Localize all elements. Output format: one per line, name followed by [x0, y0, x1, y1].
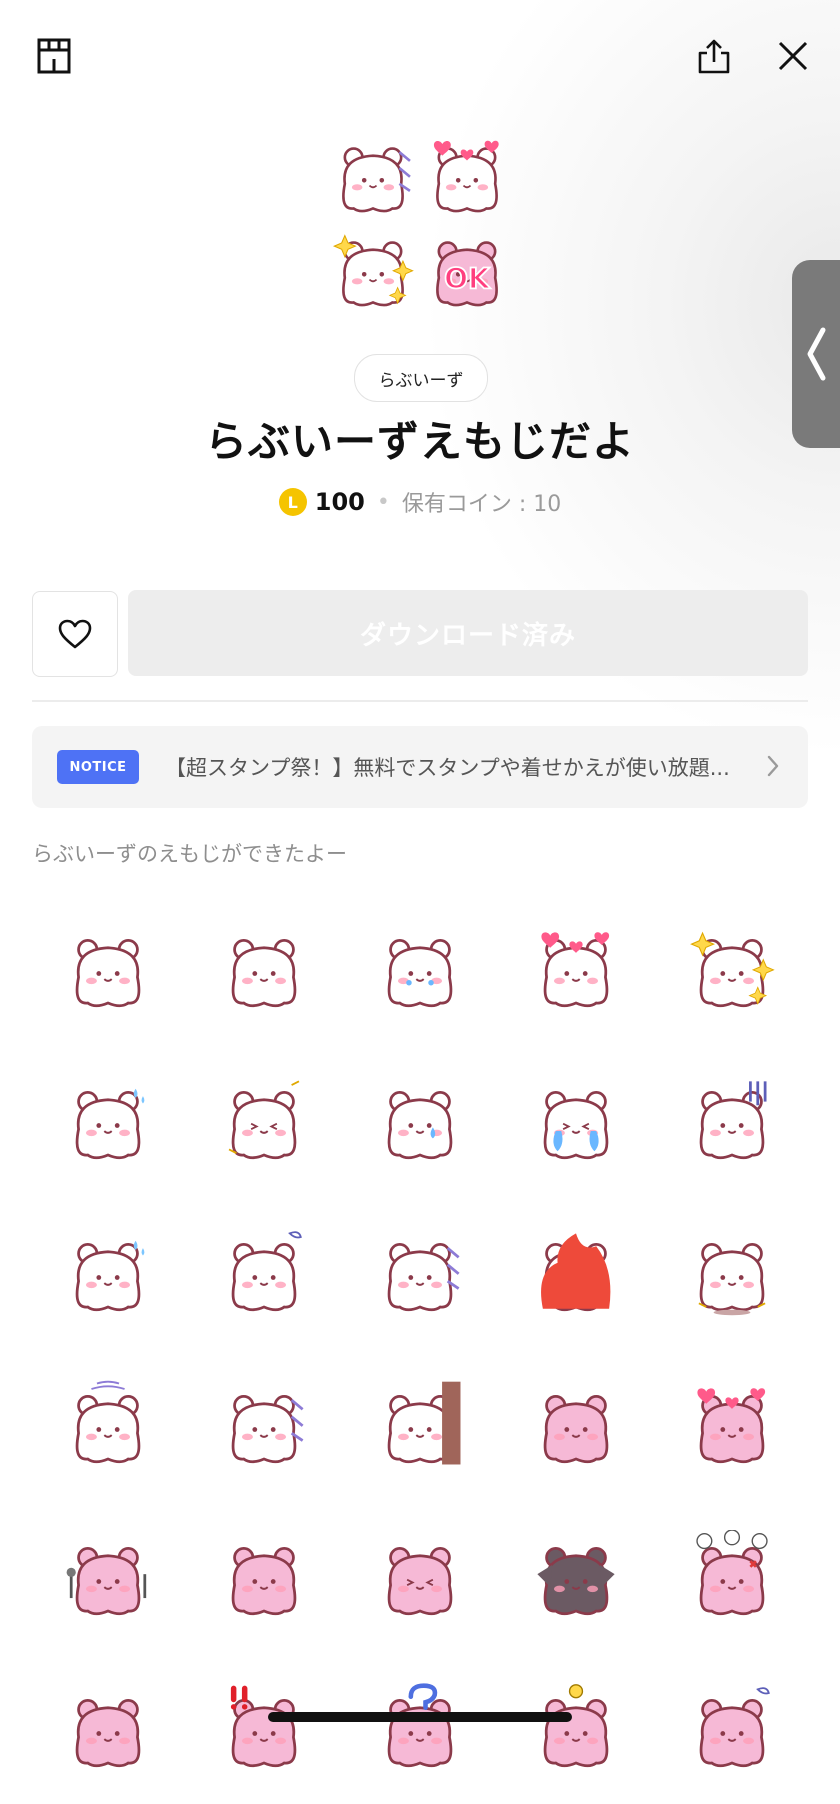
- owned-coins: 保有コイン : 10: [401, 492, 562, 517]
- notice-badge: NOTICE: [57, 750, 139, 784]
- emoji-item[interactable]: [656, 1652, 808, 1804]
- emoji-item[interactable]: [32, 1500, 184, 1652]
- emoji-item[interactable]: [188, 1500, 340, 1652]
- emoji-item[interactable]: [344, 1348, 496, 1500]
- price-value: 100: [314, 488, 365, 516]
- product-title: らぶいーずえもじだよ: [204, 417, 635, 466]
- emoji-item[interactable]: [32, 1652, 184, 1804]
- emoji-item[interactable]: [656, 892, 808, 1044]
- emoji-item[interactable]: [188, 1348, 340, 1500]
- preview-emoji: [422, 130, 512, 220]
- emoji-item[interactable]: [32, 1196, 184, 1348]
- emoji-item[interactable]: [188, 892, 340, 1044]
- notice-text: 【超スタンプ祭！】無料でスタンプや着せかえが使い放題...: [165, 756, 730, 780]
- favorite-button[interactable]: [32, 591, 118, 677]
- emoji-item[interactable]: [500, 1044, 652, 1196]
- emoji-item[interactable]: [656, 1348, 808, 1500]
- preview-emoji: [328, 224, 418, 314]
- emoji-item[interactable]: [500, 1500, 652, 1652]
- emoji-item[interactable]: [32, 1348, 184, 1500]
- emoji-item[interactable]: [344, 1500, 496, 1652]
- emoji-item[interactable]: [656, 1044, 808, 1196]
- emoji-item[interactable]: [188, 1196, 340, 1348]
- download-button[interactable]: ダウンロード済み: [128, 590, 808, 676]
- svg-text:OK: OK: [444, 262, 491, 295]
- emoji-item[interactable]: [500, 1196, 652, 1348]
- emoji-item[interactable]: [500, 1348, 652, 1500]
- close-button[interactable]: [763, 26, 823, 86]
- close-icon: [778, 41, 808, 71]
- section-divider: [32, 700, 808, 702]
- emoji-item[interactable]: [344, 1652, 496, 1804]
- preview-emoji: OK: [422, 224, 512, 314]
- share-icon: [698, 39, 730, 74]
- preview-emoji: [328, 130, 418, 220]
- product-description: らぶいーずのえもじができたよー: [32, 842, 347, 866]
- price-separator: •: [376, 489, 390, 515]
- emoji-item[interactable]: [344, 1196, 496, 1348]
- emoji-item[interactable]: [656, 1196, 808, 1348]
- author-chip[interactable]: らぶいーず: [354, 354, 488, 402]
- price-row: L 100 • 保有コイン : 10: [0, 482, 840, 522]
- shop-button[interactable]: [24, 26, 84, 86]
- emoji-item[interactable]: [656, 1500, 808, 1652]
- shop-icon: [37, 38, 71, 74]
- emoji-item[interactable]: [344, 892, 496, 1044]
- chevron-left-icon: [807, 327, 826, 381]
- emoji-item[interactable]: [32, 1044, 184, 1196]
- emoji-set-preview: OK: [328, 130, 512, 314]
- share-button[interactable]: [684, 26, 744, 86]
- emoji-item[interactable]: [344, 1044, 496, 1196]
- heart-outline-icon: [58, 619, 92, 649]
- notice-banner[interactable]: NOTICE 【超スタンプ祭！】無料でスタンプや着せかえが使い放題...: [32, 726, 808, 808]
- chevron-right-icon: [767, 755, 779, 777]
- emoji-item[interactable]: [500, 1652, 652, 1804]
- emoji-item[interactable]: [500, 892, 652, 1044]
- emoji-grid: [32, 892, 808, 1804]
- emoji-item[interactable]: [188, 1652, 340, 1804]
- emoji-item[interactable]: [32, 892, 184, 1044]
- emoji-item[interactable]: [188, 1044, 340, 1196]
- line-coin-icon: L: [278, 488, 307, 516]
- home-indicator: [268, 1712, 572, 1722]
